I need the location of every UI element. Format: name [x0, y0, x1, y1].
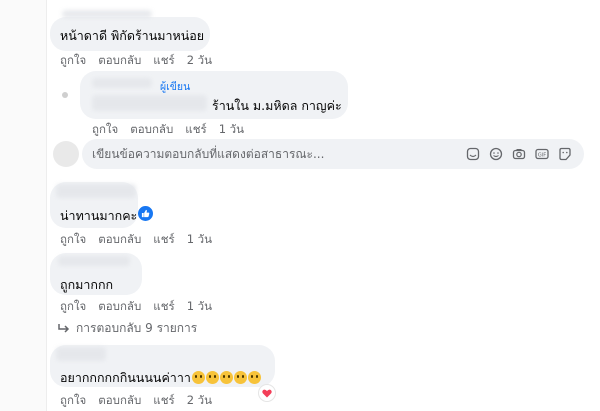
emoji-icon — [191, 371, 205, 384]
heart-icon — [258, 384, 276, 402]
blurred-name — [92, 78, 152, 88]
sticker-smile-icon[interactable] — [558, 147, 572, 161]
reply-arrow-icon — [58, 323, 70, 333]
emoji-icon[interactable] — [489, 147, 503, 161]
comment-actions: ถูกใจ ตอบกลับ แชร์ 1 วัน — [92, 121, 244, 139]
camera-icon[interactable] — [512, 147, 526, 161]
share-action[interactable]: แชร์ — [153, 298, 174, 316]
reply-action[interactable]: ตอบกลับ — [98, 298, 141, 316]
comment-actions: ถูกใจ ตอบกลับ แชร์ 2 วัน — [60, 392, 212, 410]
share-action[interactable]: แชร์ — [153, 392, 174, 410]
share-action[interactable]: แชร์ — [185, 121, 206, 139]
view-replies-link[interactable]: การตอบกลับ 9 รายการ — [58, 319, 197, 338]
emoji-icon — [219, 371, 233, 384]
comment-text-content: อยากกกกกกินนนนค่าาา — [60, 370, 191, 385]
share-action[interactable]: แชร์ — [153, 231, 174, 249]
reply-avatar-dot — [62, 92, 68, 98]
emoji-icon — [205, 371, 219, 384]
emoji-icon — [233, 371, 247, 384]
gif-icon[interactable]: GIF — [535, 147, 549, 161]
emoji-icon — [247, 371, 261, 384]
comment-actions: ถูกใจ ตอบกลับ แชร์ 1 วัน — [60, 231, 212, 249]
comment-text: ถูกมากกก — [60, 277, 114, 292]
view-replies-label: การตอบกลับ 9 รายการ — [76, 321, 198, 335]
reply-action[interactable]: ตอบกลับ — [98, 231, 141, 249]
blurred-text — [92, 95, 207, 111]
author-badge: ผู้เขียน — [160, 81, 191, 93]
timestamp: 1 วัน — [186, 299, 212, 313]
reply-action[interactable]: ตอบกลับ — [98, 52, 141, 70]
share-action[interactable]: แชร์ — [153, 52, 174, 70]
timestamp: 1 วัน — [218, 122, 244, 136]
svg-text:GIF: GIF — [538, 152, 546, 158]
blurred-name — [58, 256, 130, 266]
blurred-name — [56, 184, 136, 198]
blurred-name — [62, 10, 152, 18]
reply-action[interactable]: ตอบกลับ — [130, 121, 173, 139]
sticker-icon[interactable] — [466, 147, 480, 161]
left-column — [0, 0, 47, 411]
like-action[interactable]: ถูกใจ — [60, 231, 86, 249]
like-action[interactable]: ถูกใจ — [60, 298, 86, 316]
user-avatar — [53, 141, 79, 167]
timestamp: 2 วัน — [186, 53, 212, 67]
like-action[interactable]: ถูกใจ — [60, 52, 86, 70]
like-action[interactable]: ถูกใจ — [92, 121, 118, 139]
comment-text: หน้าดาดี พิกัดร้านมาหน่อย — [60, 28, 205, 43]
comment-actions: ถูกใจ ตอบกลับ แชร์ 1 วัน — [60, 298, 212, 316]
blurred-name — [56, 347, 106, 361]
reply-action[interactable]: ตอบกลับ — [98, 392, 141, 410]
like-icon — [138, 206, 153, 221]
comment-text: อยากกกกกกินนนนค่าาา — [60, 368, 261, 388]
timestamp: 2 วัน — [186, 393, 212, 407]
reply-input-placeholder: เขียนข้อความตอบกลับที่แสดงต่อสาธารณะ... — [92, 146, 325, 161]
comment-text: น่าทานมากคะ — [60, 208, 138, 223]
comment-actions: ถูกใจ ตอบกลับ แชร์ 2 วัน — [60, 52, 212, 70]
reply-input-icons: GIF — [466, 147, 572, 161]
like-action[interactable]: ถูกใจ — [60, 392, 86, 410]
comment-text: ร้านใน ม.มหิดล กาญค่ะ — [212, 98, 342, 113]
timestamp: 1 วัน — [186, 232, 212, 246]
